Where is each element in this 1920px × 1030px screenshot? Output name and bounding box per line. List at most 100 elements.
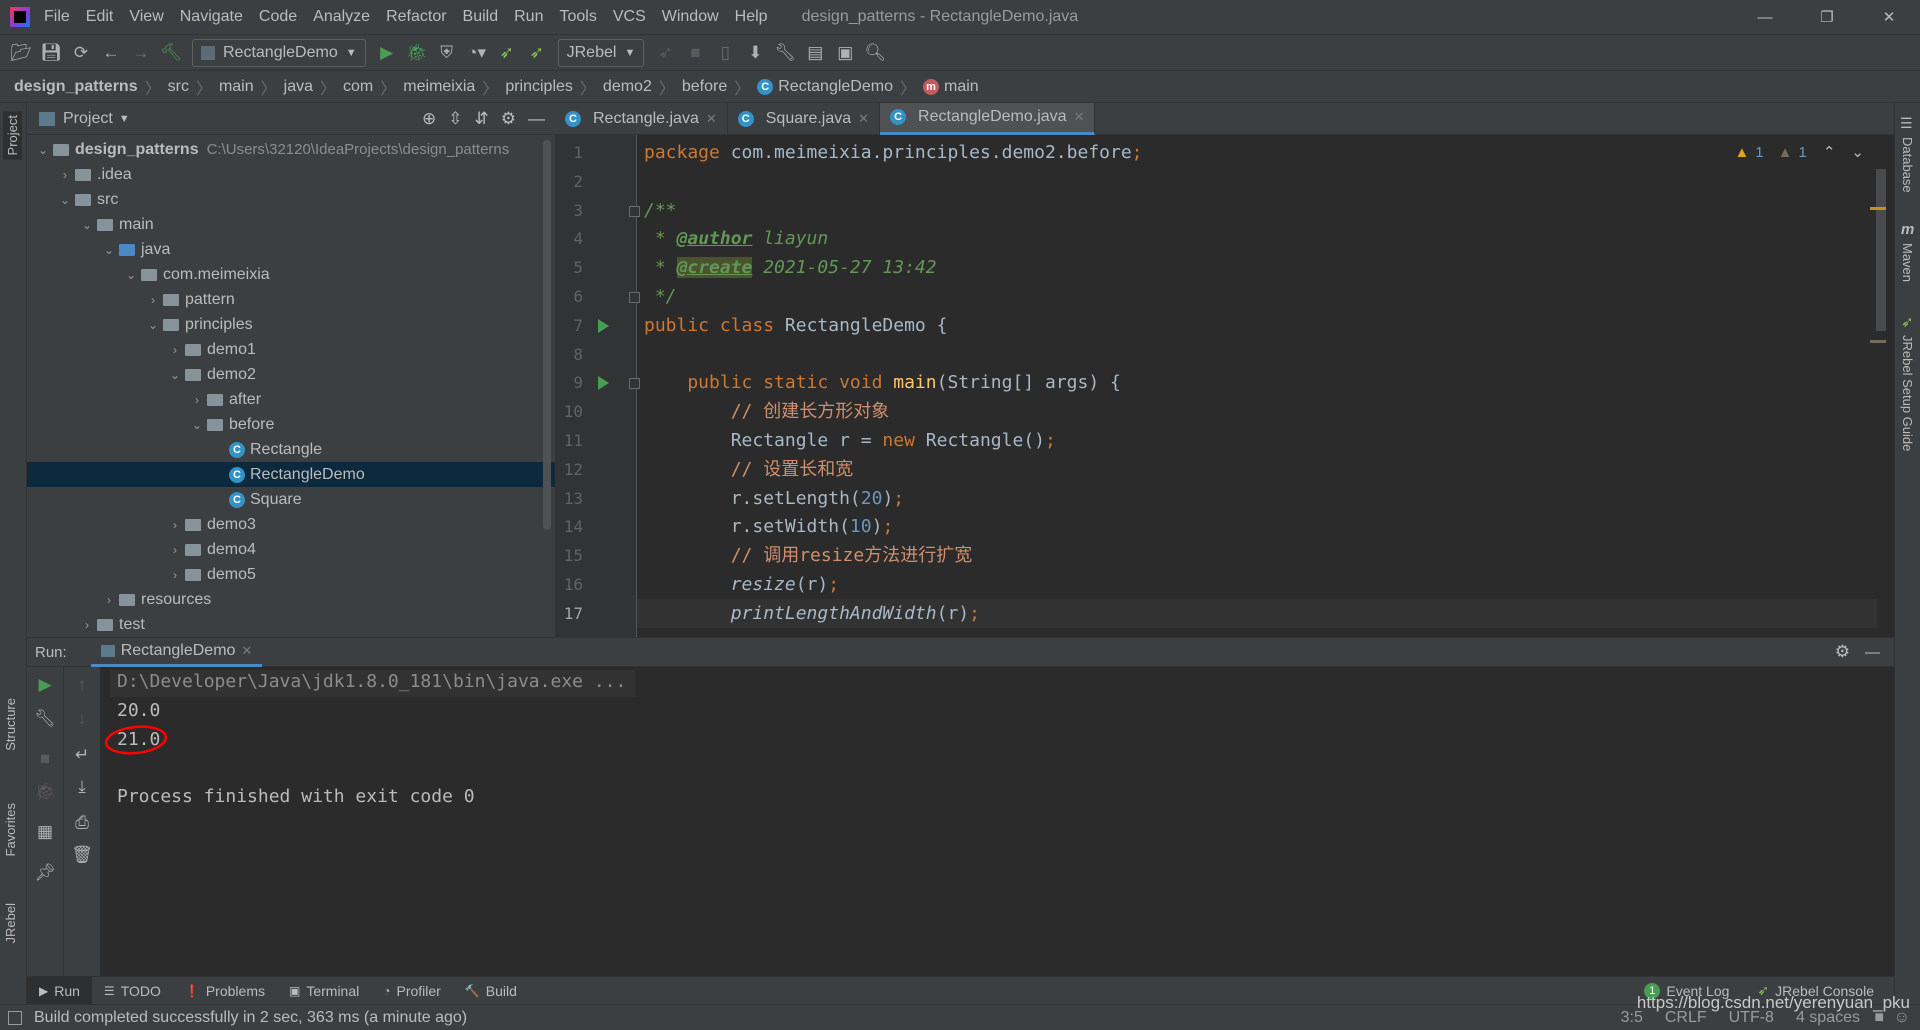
menu-analyze[interactable]: Analyze [313,8,370,26]
expand-all-icon[interactable]: ⇳ [448,109,462,129]
tree-item[interactable]: ⌄ principles [27,312,555,337]
chevron-down-icon[interactable]: ⌄ [99,243,119,257]
jrebel-disabled-icon[interactable]: ➶ [650,43,680,63]
project-view-select[interactable]: Project [63,110,113,128]
close-tab-icon[interactable]: ✕ [858,111,869,127]
run-config-select[interactable]: RectangleDemo ▼ [192,38,366,67]
tree-item[interactable]: C Square [27,487,555,512]
chevron-right-icon[interactable]: › [77,618,97,632]
next-highlight-icon[interactable]: ⌄ [1851,143,1864,161]
chevron-down-icon[interactable]: ⌄ [187,418,207,432]
breadcrumb-item[interactable]: meimeixia [403,78,475,96]
layout-icon[interactable]: ▦ [27,822,63,842]
tree-scrollbar[interactable] [543,140,551,530]
breadcrumb-item[interactable]: src [168,78,189,96]
code-line[interactable]: /** [644,196,1884,225]
chevron-right-icon[interactable]: › [165,343,185,357]
chevron-down-icon[interactable]: ⌄ [143,318,163,332]
menu-view[interactable]: View [129,8,163,26]
tree-item[interactable]: › resources [27,587,555,612]
menu-tools[interactable]: Tools [559,8,596,26]
close-tab-icon[interactable]: ✕ [706,111,717,127]
code-editor[interactable]: 1 2 3 4 5 6 7 8 9 10 11 12 13 14 15 16 17 package com.me… [555,135,1894,637]
sdk-download-icon[interactable]: ⬇ [740,43,770,63]
coverage-icon[interactable]: ⛨ [432,43,462,63]
tree-item[interactable]: ⌄ main [27,212,555,237]
scroll-to-end-icon[interactable]: ⤓ [64,777,100,797]
menu-code[interactable]: Code [259,8,297,26]
bottom-tab-todo[interactable]: ☰ TODO [92,977,173,1005]
save-icon[interactable]: 💾︎ [36,43,66,63]
tree-item[interactable]: › pattern [27,287,555,312]
tree-item[interactable]: › after [27,387,555,412]
tree-item[interactable]: › demo3 [27,512,555,537]
menu-navigate[interactable]: Navigate [180,8,243,26]
settings-wrench-icon[interactable]: 🔧︎ [770,43,800,63]
tree-item[interactable]: ⌄ demo2 [27,362,555,387]
run-icon[interactable]: ▶ [372,43,402,63]
editor-tab[interactable]: C Square.java ✕ [728,102,881,135]
code-line[interactable]: // 调用resize方法进行扩宽 [644,541,1884,570]
gear-icon[interactable]: ⚙ [1835,642,1850,662]
rerun-icon[interactable]: ▶ [27,675,63,695]
breadcrumb-item[interactable]: RectangleDemo [778,78,893,96]
wrench-icon[interactable]: 🔧︎ [27,709,63,729]
code-line[interactable]: Rectangle r = new Rectangle(); [644,426,1884,455]
back-icon[interactable]: ← [96,43,126,63]
tool-tab-structure[interactable]: Structure [3,698,18,751]
chevron-down-icon[interactable]: ⌄ [55,193,75,207]
code-line[interactable]: r.setLength(20); [644,484,1884,513]
chevron-right-icon[interactable]: › [165,568,185,582]
code-line[interactable]: r.setWidth(10); [644,512,1884,541]
sync-icon[interactable]: ⟳ [66,43,96,63]
editor-scrollbar[interactable] [1876,169,1886,331]
close-window-button[interactable]: ✕ [1858,8,1920,26]
bottom-tab-profiler[interactable]: ◔ Profiler [371,977,453,1005]
previous-highlight-icon[interactable]: ⌃ [1823,143,1836,161]
menu-run[interactable]: Run [514,8,543,26]
soft-wrap-icon[interactable]: ↵ [64,745,100,765]
code-line[interactable]: */ [644,282,1884,311]
code-line[interactable]: // 创建长方形对象 [644,397,1884,426]
bottom-tab-problems[interactable]: ❗ Problems [173,977,277,1005]
up-icon[interactable]: ↑ [64,675,100,695]
bottom-tab-run[interactable]: ▶ Run [27,976,92,1005]
menu-refactor[interactable]: Refactor [386,8,446,26]
profile-icon[interactable]: ◔▾ [462,43,492,63]
open-folder-icon[interactable]: 📂︎ [6,43,36,63]
hide-icon[interactable]: — [1865,644,1880,661]
build-hammer-icon[interactable]: 🔨︎ [156,43,186,63]
pin-icon[interactable]: 📌︎ [27,863,63,883]
bottom-tab-build[interactable]: 🔨 Build [453,977,529,1005]
gear-icon[interactable]: ⚙ [501,109,516,129]
tool-tab-jrebel[interactable]: JRebel [3,903,18,943]
fold-icon[interactable] [629,205,640,217]
inspection-widget[interactable]: ▲ 1 ▲ 1 ⌃ ⌄ [1734,143,1864,162]
code-line[interactable]: * @create 2021-05-27 13:42 [644,253,1884,282]
restore-button[interactable]: ❐ [1796,8,1858,26]
menu-help[interactable]: Help [735,8,768,26]
chevron-right-icon[interactable]: › [55,168,75,182]
run-anything-icon[interactable]: ▣ [830,43,860,63]
device-icon[interactable]: ▯ [710,43,740,63]
chevron-down-icon[interactable]: ▼ [119,113,130,125]
chevron-down-icon[interactable]: ⌄ [33,143,53,157]
run-tab[interactable]: RectangleDemo ✕ [90,637,263,667]
menu-vcs[interactable]: VCS [613,8,646,26]
tree-item[interactable]: › test [27,612,555,637]
trash-icon[interactable]: 🗑︎ [64,845,100,865]
chevron-right-icon[interactable]: › [165,543,185,557]
breadcrumb-item[interactable]: design_patterns [14,78,138,96]
tree-item[interactable]: C Rectangle [27,437,555,462]
tree-item[interactable]: ⌄ before [27,412,555,437]
hide-icon[interactable]: — [528,109,545,129]
chevron-right-icon[interactable]: › [99,593,119,607]
stop-icon[interactable]: ■ [27,749,63,769]
chevron-right-icon[interactable]: › [143,293,163,307]
tree-item[interactable]: › demo4 [27,537,555,562]
debug-icon[interactable]: 🐞︎ [402,43,432,63]
code-line[interactable]: public class RectangleDemo { [644,311,1884,340]
minimize-button[interactable]: — [1734,9,1796,26]
run-console[interactable]: D:\Developer\Java\jdk1.8.0_181\bin\java.… [100,667,1894,976]
tree-item[interactable]: ⌄ src [27,187,555,212]
